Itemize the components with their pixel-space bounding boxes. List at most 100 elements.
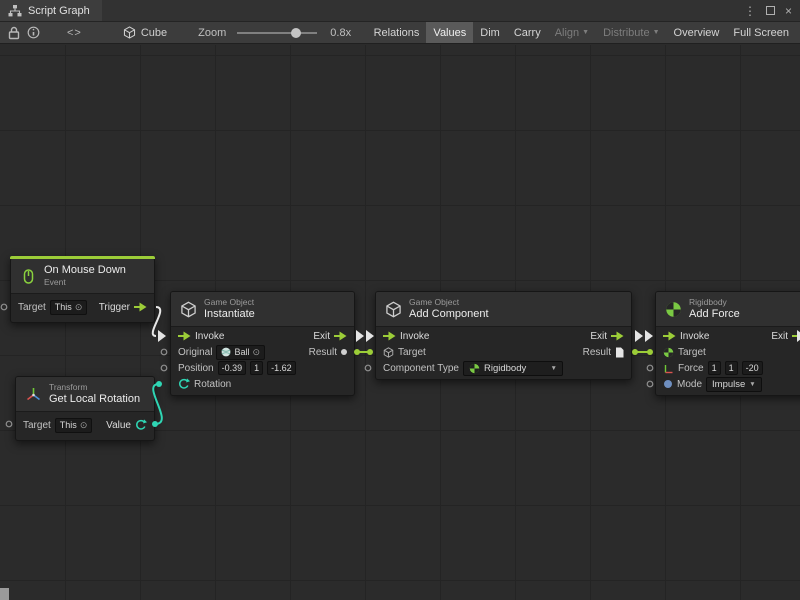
node-header: Transform Get Local Rotation [16,377,154,412]
original-object-field[interactable]: Ball ⊙ [216,345,265,360]
port-mode-label: Mode [677,379,702,390]
component-type-dropdown[interactable]: Rigidbody ▼ [463,361,563,376]
node-on-mouse-down[interactable]: On Mouse Down Event Target This ⊙ Trigge… [10,256,155,323]
position-y-field[interactable]: 1 [250,361,263,375]
flow-port-triangle[interactable] [645,330,653,342]
flow-arrow-icon[interactable] [611,331,624,341]
node-add-force[interactable]: Rigidbody Add Force Invoke Exit Target [655,291,800,396]
port-invoke-label: Invoke [680,331,709,342]
mode-dropdown[interactable]: Impulse ▼ [706,377,762,392]
flow-port-triangle[interactable] [158,330,166,342]
zoom-slider[interactable] [237,26,317,40]
flow-arrow-icon[interactable] [334,331,347,341]
port-exit-label: Exit [771,331,788,342]
menu-dots-icon[interactable]: ⋮ [744,4,756,18]
graph-object[interactable]: Cube [123,26,167,39]
flow-arrow-icon[interactable] [663,331,676,341]
dim-button[interactable]: Dim [473,22,507,43]
object-picker-icon[interactable]: ⊙ [75,302,83,313]
value-port-circle[interactable] [161,349,167,355]
port-force-label: Force [678,363,704,374]
port-trigger-label: Trigger [99,302,130,313]
force-z-field[interactable]: -20 [742,361,763,375]
flow-arrow-icon[interactable] [792,331,800,341]
rotation-icon[interactable] [135,419,147,431]
distribute-dropdown-button[interactable]: Distribute▼ [596,22,666,43]
maximize-icon[interactable] [766,6,775,15]
result-doc-icon[interactable] [615,347,624,358]
tab-title: Script Graph [28,5,90,17]
port-rotation-label: Rotation [194,379,231,390]
ball-icon [221,347,231,357]
rigidbody-icon [665,301,682,318]
position-x-field[interactable]: -0.39 [218,361,247,375]
graph-toolbar: <> Cube Zoom 0.8x Relations Values Dim C… [0,22,800,44]
game-object-icon [385,301,402,318]
target-object-field[interactable]: This ⊙ [55,418,93,433]
node-header: Rigidbody Add Force [656,292,800,327]
node-subtitle: Event [44,277,126,288]
flow-arrow-icon[interactable] [178,331,191,341]
fullscreen-button[interactable]: Full Screen [726,22,796,43]
node-header: Game Object Add Component [376,292,631,327]
relations-button[interactable]: Relations [367,22,427,43]
port-position-label: Position [178,363,214,374]
port-invoke-label: Invoke [400,331,429,342]
overview-button[interactable]: Overview [667,22,727,43]
game-object-mini-icon [383,347,394,358]
values-button[interactable]: Values [426,22,473,43]
script-graph-icon [8,5,22,17]
flow-port-triangle[interactable] [366,330,374,342]
node-instantiate[interactable]: Game Object Instantiate Invoke Exit Orig… [170,291,355,396]
info-icon[interactable] [27,26,40,39]
value-port-dot[interactable] [632,349,638,355]
align-dropdown-button[interactable]: Align▼ [548,22,596,43]
toolbar-buttons: Relations Values Dim Carry Align▼ Distri… [367,22,796,43]
graph-object-name: Cube [141,27,167,39]
zoom-slider-handle[interactable] [291,28,301,38]
flow-arrow-icon[interactable] [134,302,147,312]
flow-port-triangle[interactable] [356,330,364,342]
port-component-type-label: Component Type [383,363,459,374]
graph-canvas[interactable]: On Mouse Down Event Target This ⊙ Trigge… [0,45,800,600]
rotation-icon [178,378,190,390]
node-get-local-rotation[interactable]: Transform Get Local Rotation Target This… [15,376,155,441]
flow-arrow-icon[interactable] [383,331,396,341]
node-title: Add Force [689,308,740,321]
port-target-label: Target [23,420,51,431]
close-icon[interactable]: × [785,4,792,18]
chevron-down-icon: ▼ [582,29,589,36]
target-object-field[interactable]: This ⊙ [50,300,88,315]
force-x-field[interactable]: 1 [708,361,721,375]
position-z-field[interactable]: -1.62 [267,361,296,375]
object-picker-icon[interactable]: ⊙ [80,420,88,431]
value-port-dot[interactable] [647,349,653,355]
tab-script-graph[interactable]: Script Graph [0,0,102,21]
panel-resize-handle[interactable] [0,588,9,600]
value-port-circle[interactable] [6,421,12,427]
node-header: Game Object Instantiate [171,292,354,327]
value-port-circle[interactable] [161,365,167,371]
chevron-down-icon: ▼ [551,365,557,372]
value-port-dot[interactable] [367,349,373,355]
value-port-circle[interactable] [647,381,653,387]
value-port-circle[interactable] [1,304,7,310]
port-target-label: Target [678,347,706,358]
node-title: Instantiate [204,308,255,321]
lock-icon[interactable] [8,26,20,40]
port-original-label: Original [178,347,212,358]
port-target-label: Target [398,347,426,358]
carry-button[interactable]: Carry [507,22,548,43]
port-result-label: Result [583,347,611,358]
object-picker-icon[interactable]: ⊙ [252,347,260,358]
node-add-component[interactable]: Game Object Add Component Invoke Exit Ta… [375,291,632,380]
result-dot-icon[interactable] [341,349,347,355]
enum-icon [663,379,673,389]
node-title: On Mouse Down [44,264,126,277]
value-port-circle[interactable] [647,365,653,371]
flow-port-triangle[interactable] [635,330,643,342]
value-port-circle[interactable] [365,365,371,371]
value-port-dot[interactable] [156,381,162,387]
force-y-field[interactable]: 1 [725,361,738,375]
code-icon[interactable]: <> [67,27,82,39]
